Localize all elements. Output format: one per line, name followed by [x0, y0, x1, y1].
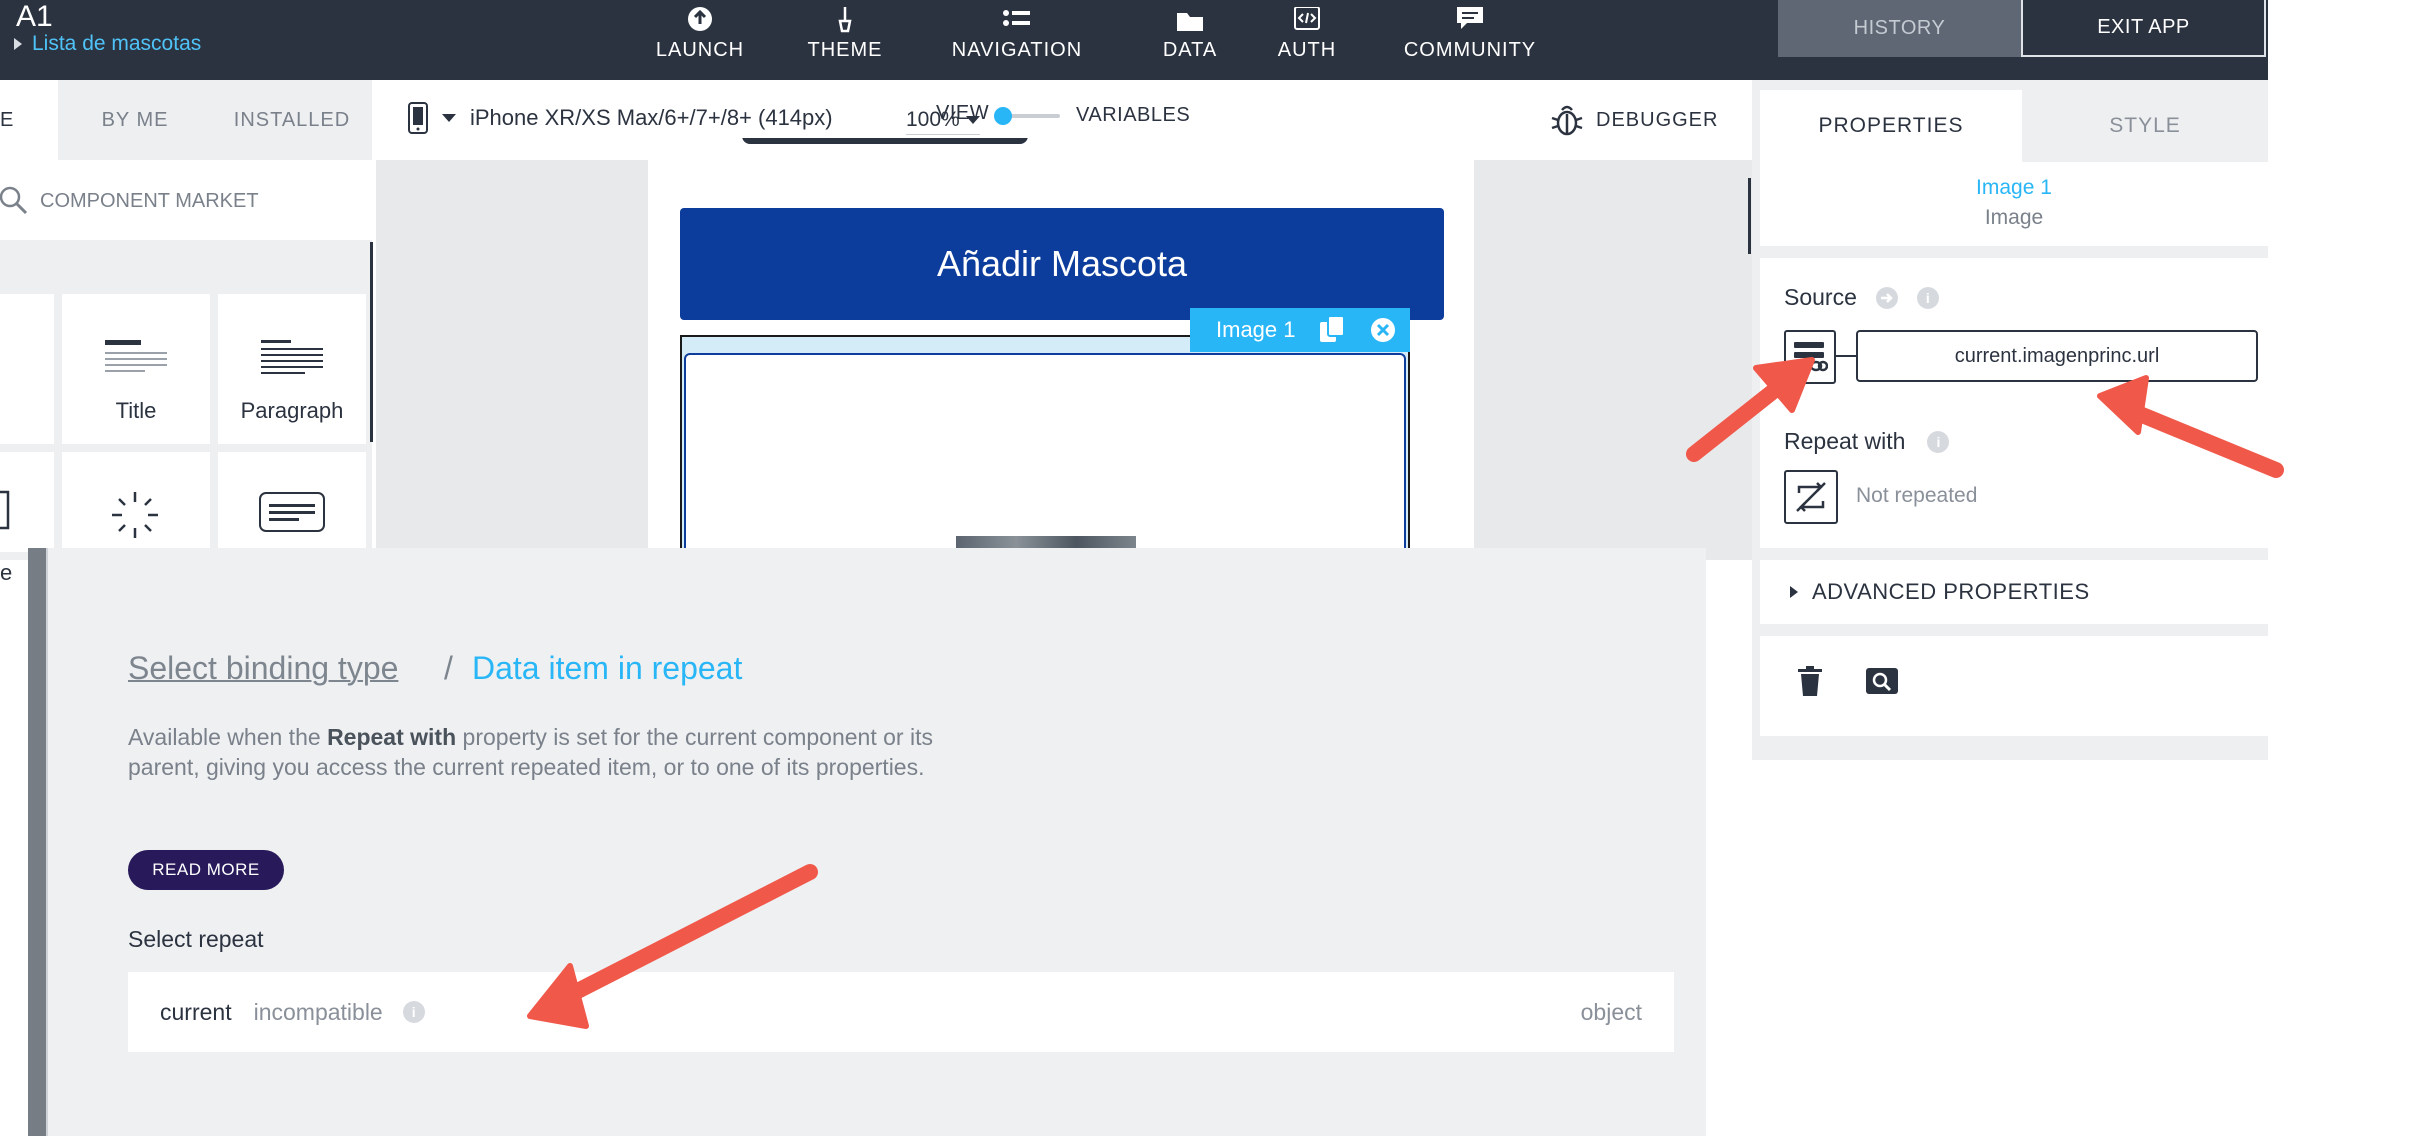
arrow-to-repeat-option [552, 864, 818, 1008]
annotation-arrows [527, 357, 2284, 1029]
arrow-head-repeat-option [527, 963, 589, 1029]
arrow-head-source-value [2097, 375, 2149, 435]
arrow-to-source-value [2122, 402, 2284, 478]
